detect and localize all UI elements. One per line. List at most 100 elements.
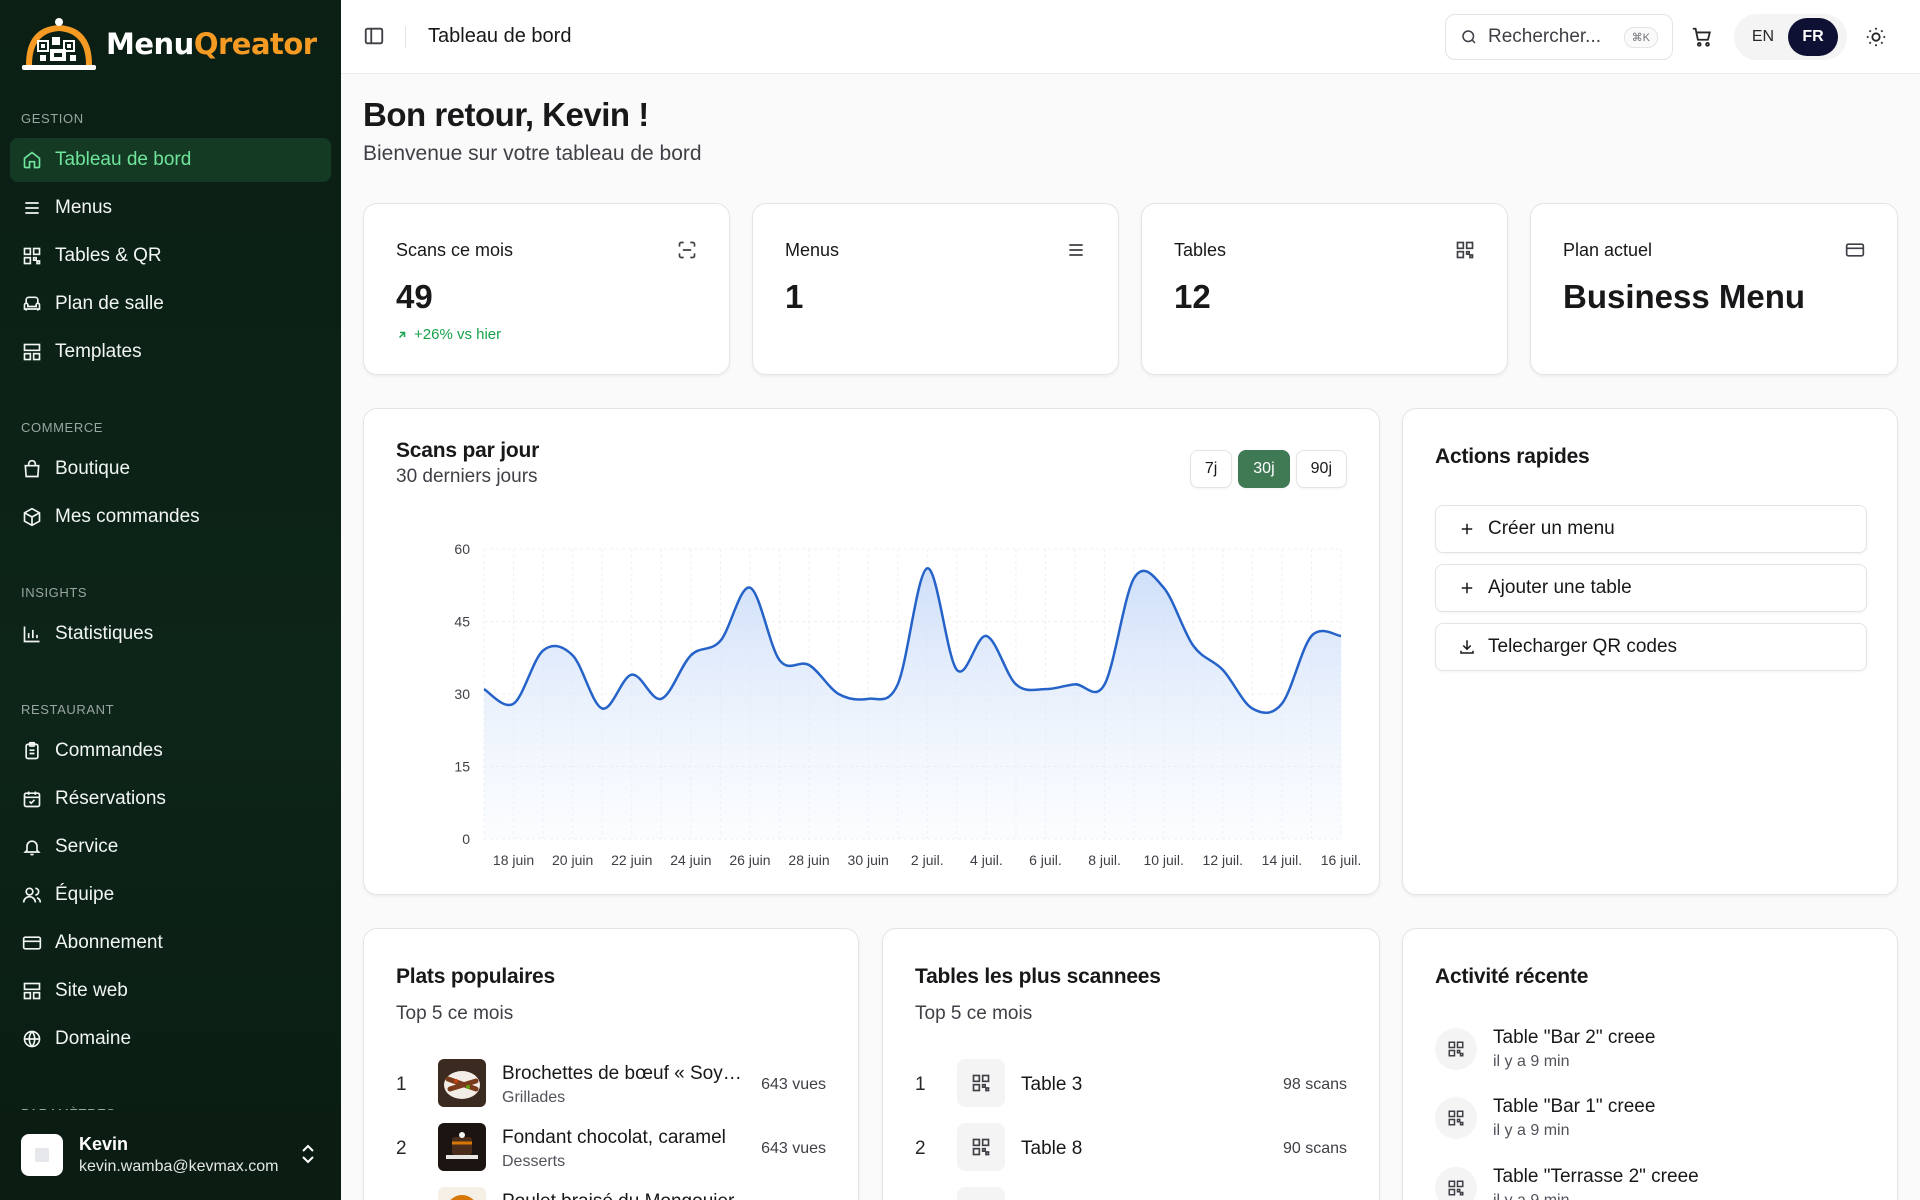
sidebar-item-label: Mes commandes xyxy=(55,506,200,527)
sidebar-item-tables-qr[interactable]: Tables & QR xyxy=(10,234,331,278)
sidebar-item-label: Plan de salle xyxy=(55,293,164,314)
sidebar-item-domain[interactable]: Domaine xyxy=(10,1017,331,1061)
stat-value: 12 xyxy=(1174,278,1211,315)
globe-icon xyxy=(23,1030,41,1048)
home-icon xyxy=(23,151,41,169)
activity-title: Activité récente xyxy=(1435,965,1589,988)
x-tick-label: 26 juin xyxy=(729,852,770,868)
table-scans: 90 scans xyxy=(1282,1140,1347,1157)
range-30d-button[interactable]: 30j xyxy=(1238,450,1290,488)
x-tick-label: 22 juin xyxy=(611,852,652,868)
brand-logo[interactable]: MenuQreator xyxy=(20,14,317,74)
dish-name: Fondant chocolat, caramel xyxy=(502,1127,726,1148)
website-icon xyxy=(23,982,41,1000)
cart-icon[interactable] xyxy=(1691,26,1713,48)
sidebar-item-floor-plan[interactable]: Plan de salle xyxy=(10,282,331,326)
sun-icon[interactable] xyxy=(1865,26,1887,48)
sidebar-toggle-icon[interactable] xyxy=(363,25,385,47)
activity-time: il y a 9 min xyxy=(1493,1122,1570,1139)
dish-photo xyxy=(438,1059,486,1107)
stat-value: Business Menu xyxy=(1563,278,1806,315)
x-tick-label: 14 juil. xyxy=(1262,852,1302,868)
popular-dishes-card: Plats populaires Top 5 ce mois 1 Brochet… xyxy=(363,928,859,1200)
sidebar-item-shop[interactable]: Boutique xyxy=(10,447,331,491)
credit-card-icon xyxy=(22,936,42,950)
stat-label: Scans ce mois xyxy=(396,240,514,260)
activity-text: Table "Terrasse 2" creee xyxy=(1493,1166,1699,1187)
sidebar-item-service[interactable]: Service xyxy=(10,825,331,869)
user-name: Kevin xyxy=(79,1134,129,1154)
bar-chart-icon xyxy=(23,626,40,643)
arrow-up-right-icon xyxy=(398,331,406,338)
chart-title: Scans par jour xyxy=(396,439,540,462)
lang-fr-button[interactable]: FR xyxy=(1788,18,1838,56)
stat-card-scans: Scans ce mois 49 +26% vs hier xyxy=(363,203,730,375)
table-scans: 98 scans xyxy=(1282,1076,1347,1093)
sidebar-item-templates[interactable]: Templates xyxy=(10,330,331,374)
stat-card-plan: Plan actuel Business Menu xyxy=(1530,203,1898,375)
stat-delta: +26% vs hier xyxy=(396,326,501,343)
x-tick-label: 12 juil. xyxy=(1203,852,1243,868)
user-menu[interactable]: Kevin kevin.wamba@kevmax.com xyxy=(0,1110,341,1200)
sidebar-item-team[interactable]: Équipe xyxy=(10,873,331,917)
section-label-restaurant: RESTAURANT xyxy=(21,702,115,717)
list-icon xyxy=(25,202,39,214)
y-tick-label: 60 xyxy=(454,541,470,557)
lang-en-button[interactable]: EN xyxy=(1738,18,1788,56)
activity-icon xyxy=(1435,1028,1477,1070)
y-tick-label: 15 xyxy=(454,759,470,775)
table-name: Table 3 xyxy=(1021,1074,1083,1095)
sidebar-item-statistics[interactable]: Statistiques xyxy=(10,612,331,656)
stat-card-tables: Tables 12 xyxy=(1141,203,1508,375)
x-tick-label: 30 juin xyxy=(848,852,889,868)
package-icon xyxy=(23,507,41,527)
popular-dishes-subtitle: Top 5 ce mois xyxy=(396,1003,514,1024)
sidebar-item-menus[interactable]: Menus xyxy=(10,186,331,230)
plus-icon xyxy=(1461,523,1473,535)
search-input[interactable]: Rechercher... ⌘K xyxy=(1445,14,1673,60)
sidebar-item-label: Service xyxy=(55,836,119,857)
sidebar-item-orders[interactable]: Commandes xyxy=(10,729,331,773)
table-rank: 1 xyxy=(915,1074,926,1095)
sidebar-item-label: Tableau de bord xyxy=(55,149,192,170)
top-tables-card: Tables les plus scannees Top 5 ce mois 1… xyxy=(882,928,1380,1200)
stat-value: 1 xyxy=(785,278,804,315)
sidebar-item-label: Tables & QR xyxy=(55,245,162,266)
table-qr-tile xyxy=(957,1187,1005,1200)
sidebar: MenuQreator GESTION Tableau de bord Menu… xyxy=(0,0,341,1200)
top-tables-subtitle: Top 5 ce mois xyxy=(915,1003,1033,1024)
page-title: Tableau de bord xyxy=(428,25,572,47)
dish-photo xyxy=(438,1187,486,1200)
sidebar-item-label: Domaine xyxy=(55,1028,132,1049)
x-tick-label: 6 juil. xyxy=(1029,852,1062,868)
x-tick-label: 18 juin xyxy=(493,852,534,868)
y-tick-label: 30 xyxy=(454,686,470,702)
download-qr-button[interactable]: Telecharger QR codes xyxy=(1435,623,1867,671)
sidebar-item-my-orders[interactable]: Mes commandes xyxy=(10,495,331,539)
activity-time: il y a 9 min xyxy=(1493,1192,1569,1200)
chevron-up-down-icon xyxy=(302,1144,314,1164)
sidebar-item-reservations[interactable]: Réservations xyxy=(10,777,331,821)
range-90d-button[interactable]: 90j xyxy=(1295,450,1347,488)
stat-label: Plan actuel xyxy=(1563,240,1653,260)
table-name: Table 8 xyxy=(1021,1138,1083,1159)
activity-icon xyxy=(1435,1167,1477,1200)
range-7d-button[interactable]: 7j xyxy=(1189,450,1233,488)
calendar-icon xyxy=(23,791,41,808)
x-tick-label: 28 juin xyxy=(788,852,829,868)
sidebar-item-subscription[interactable]: Abonnement xyxy=(10,921,331,965)
add-table-button[interactable]: Ajouter une table xyxy=(1435,564,1867,612)
sidebar-item-website[interactable]: Site web xyxy=(10,969,331,1013)
dish-views: 643 vues xyxy=(761,1140,826,1157)
quick-actions-title: Actions rapides xyxy=(1435,445,1590,468)
stat-label: Tables xyxy=(1174,240,1227,260)
table-rank: 2 xyxy=(915,1138,926,1159)
dish-category: Desserts xyxy=(502,1153,566,1170)
create-menu-button[interactable]: Créer un menu xyxy=(1435,505,1867,553)
qr-icon xyxy=(972,1074,990,1092)
users-icon xyxy=(22,887,42,903)
x-tick-label: 24 juin xyxy=(670,852,711,868)
dish-category: Grillades xyxy=(502,1089,566,1106)
sidebar-item-label: Site web xyxy=(55,980,128,1001)
sidebar-item-dashboard[interactable]: Tableau de bord xyxy=(10,138,331,182)
